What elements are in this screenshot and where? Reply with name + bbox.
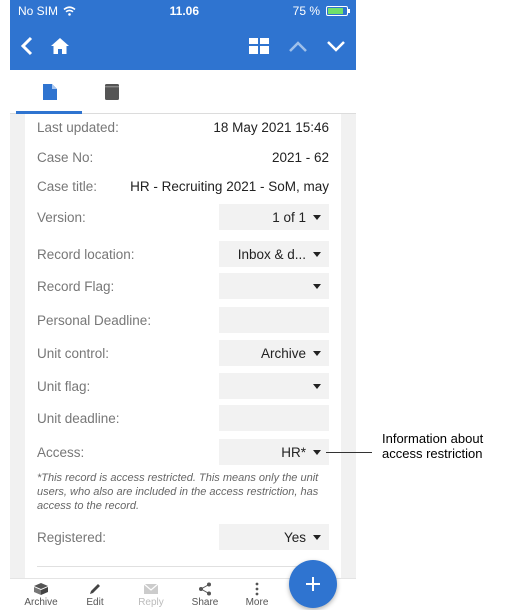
record-location-label: Record location: bbox=[37, 246, 135, 262]
row-case-no: Case No: 2021 - 62 bbox=[37, 144, 329, 170]
archive-icon bbox=[34, 583, 48, 595]
book-icon bbox=[105, 84, 119, 100]
caret-down-icon bbox=[313, 383, 321, 389]
record-location-value: Inbox & d... bbox=[237, 246, 306, 262]
personal-deadline-field[interactable] bbox=[219, 307, 329, 333]
row-unit-flag: Unit flag: bbox=[37, 373, 329, 399]
row-unit-control: Unit control: Archive bbox=[37, 340, 329, 366]
battery-icon bbox=[326, 6, 350, 16]
chevron-up-icon[interactable] bbox=[288, 39, 308, 53]
registered-select[interactable]: Yes bbox=[219, 524, 329, 550]
unit-deadline-field[interactable] bbox=[219, 405, 329, 431]
callout-line-1: Information about bbox=[382, 431, 484, 446]
tab-files[interactable] bbox=[82, 70, 142, 114]
caret-down-icon bbox=[313, 251, 321, 257]
more-button[interactable]: More bbox=[232, 581, 282, 608]
unit-flag-label: Unit flag: bbox=[37, 378, 91, 394]
status-bar: No SIM 11.06 75 % bbox=[10, 0, 356, 22]
case-title-label: Case title: bbox=[37, 178, 98, 194]
plus-icon bbox=[306, 577, 320, 591]
unit-flag-select[interactable] bbox=[219, 373, 329, 399]
access-restriction-note: *This record is access restricted. This … bbox=[37, 472, 319, 512]
personal-deadline-label: Personal Deadline: bbox=[37, 312, 152, 328]
caret-down-icon bbox=[313, 449, 321, 455]
unit-control-value: Archive bbox=[260, 345, 306, 361]
case-no-label: Case No: bbox=[37, 149, 94, 165]
reply-button[interactable]: Reply bbox=[126, 581, 176, 608]
caret-down-icon bbox=[313, 214, 321, 220]
unit-deadline-label: Unit deadline: bbox=[37, 410, 120, 426]
last-updated-value: 18 May 2021 15:46 bbox=[213, 119, 329, 135]
record-details-card: Last updated: 18 May 2021 15:46 Case No:… bbox=[25, 114, 341, 584]
record-flag-select[interactable] bbox=[219, 273, 329, 299]
access-select[interactable]: HR* bbox=[219, 439, 329, 465]
share-button[interactable]: Share bbox=[180, 581, 230, 608]
share-label: Share bbox=[191, 597, 219, 608]
mail-icon bbox=[143, 583, 159, 594]
share-icon bbox=[199, 582, 211, 596]
battery-percent: 75 % bbox=[292, 4, 320, 18]
unit-control-label: Unit control: bbox=[37, 345, 110, 361]
row-access: Access: HR* bbox=[37, 439, 329, 465]
carrier-label: No SIM bbox=[18, 4, 59, 18]
edit-button[interactable]: Edit bbox=[70, 581, 120, 608]
status-time: 11.06 bbox=[169, 4, 200, 18]
access-callout: Information about access restriction bbox=[382, 431, 528, 461]
phone-screen: No SIM 11.06 75 % Last updated: 18 May 2… bbox=[10, 0, 356, 610]
divider bbox=[37, 566, 329, 567]
more-label: More bbox=[245, 597, 269, 608]
row-registered: Registered: Yes bbox=[37, 524, 329, 550]
registered-value: Yes bbox=[283, 529, 306, 545]
unit-control-select[interactable]: Archive bbox=[219, 340, 329, 366]
home-icon[interactable] bbox=[50, 37, 70, 55]
record-flag-label: Record Flag: bbox=[37, 278, 115, 294]
last-updated-label: Last updated: bbox=[37, 119, 119, 135]
more-vertical-icon bbox=[255, 582, 259, 596]
row-unit-deadline: Unit deadline: bbox=[37, 405, 329, 431]
caret-down-icon bbox=[313, 534, 321, 540]
tab-bar bbox=[10, 70, 356, 114]
callout-line bbox=[326, 452, 372, 453]
add-button[interactable] bbox=[289, 560, 337, 608]
row-case-title: Case title: HR - Recruiting 2021 - SoM, … bbox=[37, 173, 329, 199]
wifi-icon bbox=[63, 6, 76, 16]
case-title-value: HR - Recruiting 2021 - SoM, may bbox=[130, 178, 329, 194]
case-no-value: 2021 - 62 bbox=[271, 149, 329, 165]
archive-label: Archive bbox=[24, 597, 58, 608]
nav-bar bbox=[10, 22, 356, 70]
version-label: Version: bbox=[37, 209, 86, 225]
reply-label: Reply bbox=[138, 597, 164, 608]
row-record-location: Record location: Inbox & d... bbox=[37, 241, 329, 267]
access-value: HR* bbox=[281, 444, 306, 460]
pencil-icon bbox=[90, 584, 100, 594]
callout-line-2: access restriction bbox=[382, 446, 483, 461]
document-icon bbox=[43, 84, 57, 100]
row-personal-deadline: Personal Deadline: bbox=[37, 307, 329, 333]
edit-label: Edit bbox=[86, 597, 104, 608]
chevron-down-icon[interactable] bbox=[326, 39, 346, 53]
access-label: Access: bbox=[37, 444, 85, 460]
tab-details[interactable] bbox=[20, 70, 80, 114]
record-location-select[interactable]: Inbox & d... bbox=[219, 241, 329, 267]
registered-label: Registered: bbox=[37, 529, 107, 545]
caret-down-icon bbox=[313, 283, 321, 289]
chevron-left-icon[interactable] bbox=[20, 36, 34, 56]
caret-down-icon bbox=[313, 350, 321, 356]
row-version: Version: 1 of 1 bbox=[37, 204, 329, 230]
version-select[interactable]: 1 of 1 bbox=[219, 204, 329, 230]
row-record-flag: Record Flag: bbox=[37, 273, 329, 299]
version-value: 1 of 1 bbox=[272, 209, 306, 225]
layout-icon[interactable] bbox=[248, 37, 270, 55]
archive-button[interactable]: Archive bbox=[16, 581, 66, 608]
row-last-updated: Last updated: 18 May 2021 15:46 bbox=[37, 114, 329, 140]
